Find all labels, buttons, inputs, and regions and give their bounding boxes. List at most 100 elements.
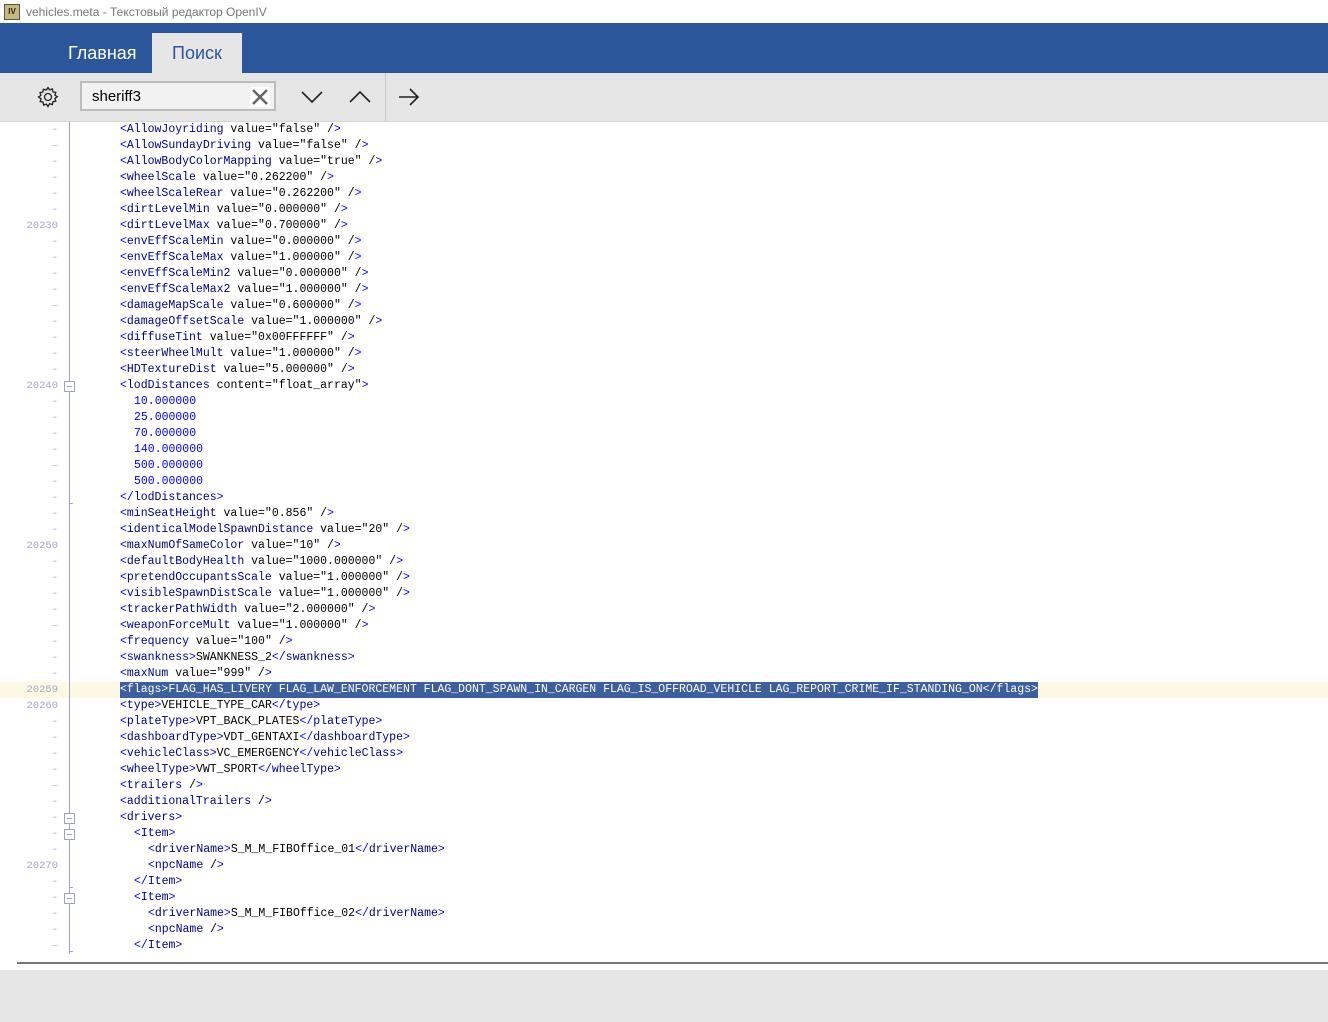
- code-line[interactable]: - 10.000000: [0, 394, 1328, 410]
- code-token: /: [203, 923, 218, 936]
- code-line[interactable]: - 140.000000: [0, 442, 1328, 458]
- code-text: <frequency value="100" />: [120, 634, 293, 650]
- code-line[interactable]: - <envEffScaleMin2 value="0.000000" />: [0, 266, 1328, 282]
- code-line[interactable]: - <wheelScale value="0.262200" />: [0, 170, 1328, 186]
- code-line[interactable]: 20240 <lodDistances content="float_array"…: [0, 378, 1328, 394]
- code-line[interactable]: - <dashboardType>VDT_GENTAXI</dashboardTy…: [0, 730, 1328, 746]
- code-line[interactable]: - </Item>: [0, 874, 1328, 890]
- code-token: visibleSpawnDistScale: [126, 587, 272, 600]
- fold-guide: [69, 682, 70, 698]
- code-line[interactable]: - <envEffScaleMax2 value="1.000000" />: [0, 282, 1328, 298]
- code-line[interactable]: - <maxNum value="999" />: [0, 666, 1328, 682]
- code-line[interactable]: – <AllowSundayDriving value="false" />: [0, 138, 1328, 154]
- code-token: value="false" /: [251, 139, 362, 152]
- code-token: dirtLevelMax: [126, 219, 210, 232]
- code-editor[interactable]: - <AllowJoyriding value="false" /> – <Allow…: [0, 122, 1328, 956]
- code-token: >: [354, 299, 362, 312]
- line-number: 20270: [26, 860, 58, 872]
- code-line[interactable]: – <weaponForceMult value="1.000000" />: [0, 618, 1328, 634]
- code-line[interactable]: - <drivers>: [0, 810, 1328, 826]
- code-token: <: [120, 187, 127, 200]
- code-line[interactable]: - <dirtLevelMin value="0.000000" />: [0, 202, 1328, 218]
- code-line[interactable]: - <defaultBodyHealth value="1000.000000" …: [0, 554, 1328, 570]
- code-line[interactable]: - <HDTextureDist value="5.000000" />: [0, 362, 1328, 378]
- code-line[interactable]: - <damageOffsetScale value="1.000000" />: [0, 314, 1328, 330]
- code-line[interactable]: - <additionalTrailers />: [0, 794, 1328, 810]
- scrollbar-thumb[interactable]: [17, 962, 1328, 964]
- line-number: 20260: [26, 700, 58, 712]
- code-line[interactable]: - <trackerPathWidth value="2.000000" />: [0, 602, 1328, 618]
- code-line[interactable]: - <swankness>SWANKNESS_2</swankness>: [0, 650, 1328, 666]
- status-area: [0, 970, 1328, 1022]
- code-token: Item: [140, 827, 169, 840]
- code-line[interactable]: - 70.000000: [0, 426, 1328, 442]
- line-marker: –: [51, 140, 58, 152]
- code-line[interactable]: - <envEffScaleMax value="1.000000" />: [0, 250, 1328, 266]
- code-line[interactable]: - <minSeatHeight value="0.856" />: [0, 506, 1328, 522]
- code-text: <damageOffsetScale value="1.000000" />: [120, 314, 382, 330]
- code-line[interactable]: - <AllowBodyColorMapping value="true" />: [0, 154, 1328, 170]
- search-input[interactable]: [90, 87, 244, 106]
- code-token: >: [402, 587, 410, 600]
- gear-icon[interactable]: [36, 85, 60, 109]
- code-line[interactable]: - <wheelScaleRear value="0.262200" />: [0, 186, 1328, 202]
- code-line[interactable]: – </Item>: [0, 938, 1328, 954]
- code-line[interactable]: - <visibleSpawnDistScale value="1.000000"…: [0, 586, 1328, 602]
- fold-guide: [69, 170, 70, 186]
- code-line[interactable]: 20270 <npcName />: [0, 858, 1328, 874]
- code-token: VC_EMERGENCY: [216, 747, 300, 760]
- code-line[interactable]: - <vehicleClass>VC_EMERGENCY</vehicleClas…: [0, 746, 1328, 762]
- chevron-down-icon[interactable]: [300, 85, 324, 109]
- code-line[interactable]: 20259 <flags>FLAG_HAS_LIVERY FLAG_LAW_ENF…: [0, 682, 1328, 698]
- code-line[interactable]: - <diffuseTint value="0x00FFFFFF" />: [0, 330, 1328, 346]
- fold-collapse-icon[interactable]: [63, 810, 76, 826]
- code-line[interactable]: - <envEffScaleMin value="0.000000" />: [0, 234, 1328, 250]
- code-line[interactable]: - <Item>: [0, 890, 1328, 906]
- code-token: 10.000000: [134, 395, 197, 408]
- code-token: lodDistances: [126, 379, 210, 392]
- line-marker: –: [51, 780, 58, 792]
- code-line[interactable]: - <driverName>S_M_M_FIBOffice_02</driverN…: [0, 906, 1328, 922]
- code-line[interactable]: 20260 <type>VEHICLE_TYPE_CAR</type>: [0, 698, 1328, 714]
- code-line[interactable]: - <AllowJoyriding value="false" />: [0, 122, 1328, 138]
- fold-collapse-icon[interactable]: [63, 826, 76, 842]
- code-line[interactable]: - <driverName>S_M_M_FIBOffice_01</driverN…: [0, 842, 1328, 858]
- code-line[interactable]: 20250 <maxNumOfSameColor value="10" />: [0, 538, 1328, 554]
- horizontal-scrollbar[interactable]: [0, 956, 1328, 970]
- code-token: >: [175, 939, 183, 952]
- code-line[interactable]: - 500.000000: [0, 474, 1328, 490]
- code-line[interactable]: - <wheelType>VWT_SPORT</wheelType>: [0, 762, 1328, 778]
- code-line[interactable]: - <Item>: [0, 826, 1328, 842]
- tab-search[interactable]: Поиск: [152, 33, 242, 73]
- code-line[interactable]: – 500.000000: [0, 458, 1328, 474]
- chevron-up-icon[interactable]: [348, 85, 372, 109]
- tab-home[interactable]: Главная: [52, 33, 153, 73]
- line-marker: -: [51, 828, 58, 840]
- line-marker: –: [51, 940, 58, 952]
- code-token: Item: [140, 891, 169, 904]
- code-line[interactable]: - <frequency value="100" />: [0, 634, 1328, 650]
- fold-guide: [69, 570, 70, 586]
- code-text: <minSeatHeight value="0.856" />: [120, 506, 334, 522]
- code-text: </Item>: [134, 938, 182, 954]
- code-line[interactable]: 20230 <dirtLevelMax value="0.700000" />: [0, 218, 1328, 234]
- code-line[interactable]: - <pretendOccupantsScale value="1.000000"…: [0, 570, 1328, 586]
- code-text: <visibleSpawnDistScale value="1.000000" …: [120, 586, 410, 602]
- code-line[interactable]: – <trailers />: [0, 778, 1328, 794]
- clear-icon[interactable]: [250, 87, 270, 107]
- code-text: </lodDistances>: [120, 490, 224, 506]
- fold-collapse-icon[interactable]: [63, 890, 76, 906]
- code-line[interactable]: - </lodDistances>: [0, 490, 1328, 506]
- code-line[interactable]: - <steerWheelMult value="1.000000" />: [0, 346, 1328, 362]
- search-field[interactable]: [80, 81, 276, 111]
- code-line[interactable]: - <npcName />: [0, 922, 1328, 938]
- fold-guide: [69, 698, 70, 714]
- code-token: <: [120, 747, 127, 760]
- fold-collapse-icon[interactable]: [63, 378, 76, 394]
- code-line[interactable]: - 25.000000: [0, 410, 1328, 426]
- code-line[interactable]: – <damageMapScale value="0.600000" />: [0, 298, 1328, 314]
- code-line[interactable]: - <plateType>VPT_BACK_PLATES</plateType>: [0, 714, 1328, 730]
- code-token: type: [126, 699, 155, 712]
- code-line[interactable]: - <identicalModelSpawnDistance value="20"…: [0, 522, 1328, 538]
- arrow-right-icon[interactable]: [397, 85, 421, 109]
